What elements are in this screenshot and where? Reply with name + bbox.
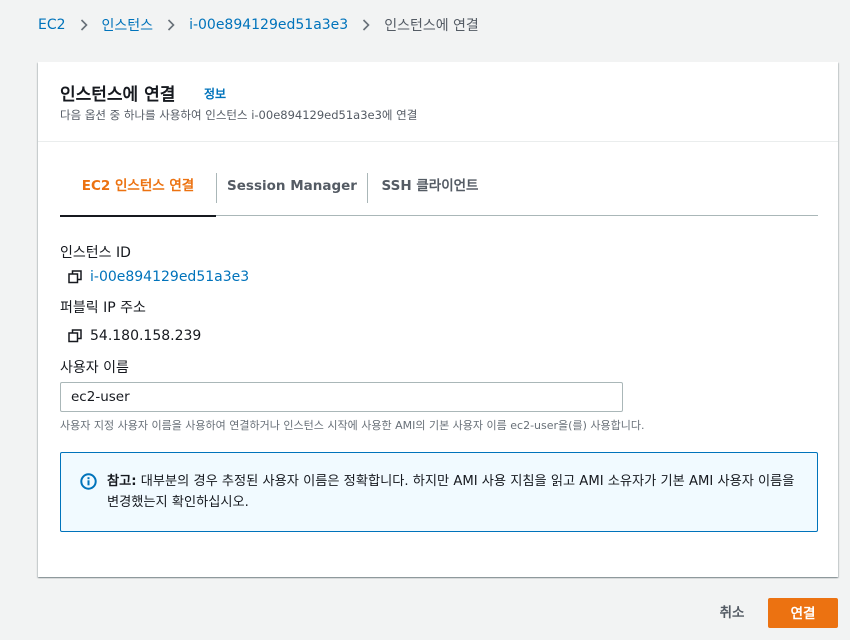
alert-message: 참고: 대부분의 경우 추정된 사용자 이름은 정확합니다. 하지만 AMI 사… [107,471,797,513]
cancel-button[interactable]: 취소 [705,600,759,626]
alert-prefix: 참고: [107,474,137,489]
tab-ec2-instance-connect[interactable]: EC2 인스턴스 연결 [60,170,216,217]
instance-id-label: 인스턴스 ID [60,245,131,261]
public-ip-label: 퍼블릭 IP 주소 [60,300,146,316]
public-ip-value: 54.180.158.239 [90,328,202,344]
panel-header: 인스턴스에 연결 정보 다음 옵션 중 하나를 사용하여 인스턴스 i-00e8… [38,62,838,142]
info-alert: 참고: 대부분의 경우 추정된 사용자 이름은 정확합니다. 하지만 AMI 사… [60,452,818,532]
breadcrumb: EC2 인스턴스 i-00e894129ed51a3e3 인스턴스에 연결 [38,15,479,35]
username-label: 사용자 이름 [60,360,129,376]
chevron-right-icon [348,18,384,33]
connect-panel: 인스턴스에 연결 정보 다음 옵션 중 하나를 사용하여 인스턴스 i-00e8… [38,62,838,577]
connect-button[interactable]: 연결 [768,598,838,628]
page-title: 인스턴스에 연결 [60,85,176,105]
breadcrumb-ec2[interactable]: EC2 [38,17,66,33]
tab-ssh-client[interactable]: SSH 클라이언트 [368,170,492,216]
chevron-right-icon [66,18,102,33]
info-link[interactable]: 정보 [204,85,226,102]
tab-session-manager[interactable]: Session Manager [217,170,367,216]
username-input[interactable] [60,382,623,412]
breadcrumb-current: 인스턴스에 연결 [384,18,479,34]
breadcrumb-instance-id[interactable]: i-00e894129ed51a3e3 [189,17,348,33]
alert-body: 대부분의 경우 추정된 사용자 이름은 정확합니다. 하지만 AMI 사용 지침… [107,474,795,510]
instance-id-row: i-00e894129ed51a3e3 [68,267,249,287]
instance-id-value[interactable]: i-00e894129ed51a3e3 [90,269,249,285]
panel-description: 다음 옵션 중 하나를 사용하여 인스턴스 i-00e894129ed51a3e… [60,108,418,122]
copy-icon[interactable] [68,329,82,343]
info-circle-icon [80,473,97,490]
copy-icon[interactable] [68,270,82,284]
breadcrumb-instances[interactable]: 인스턴스 [102,15,154,35]
chevron-right-icon [153,18,189,33]
public-ip-row: 54.180.158.239 [68,326,201,346]
connection-tabs: EC2 인스턴스 연결 Session Manager SSH 클라이언트 [60,170,818,217]
username-hint: 사용자 지정 사용자 이름을 사용하여 연결하거나 인스턴스 시작에 사용한 A… [60,419,645,432]
